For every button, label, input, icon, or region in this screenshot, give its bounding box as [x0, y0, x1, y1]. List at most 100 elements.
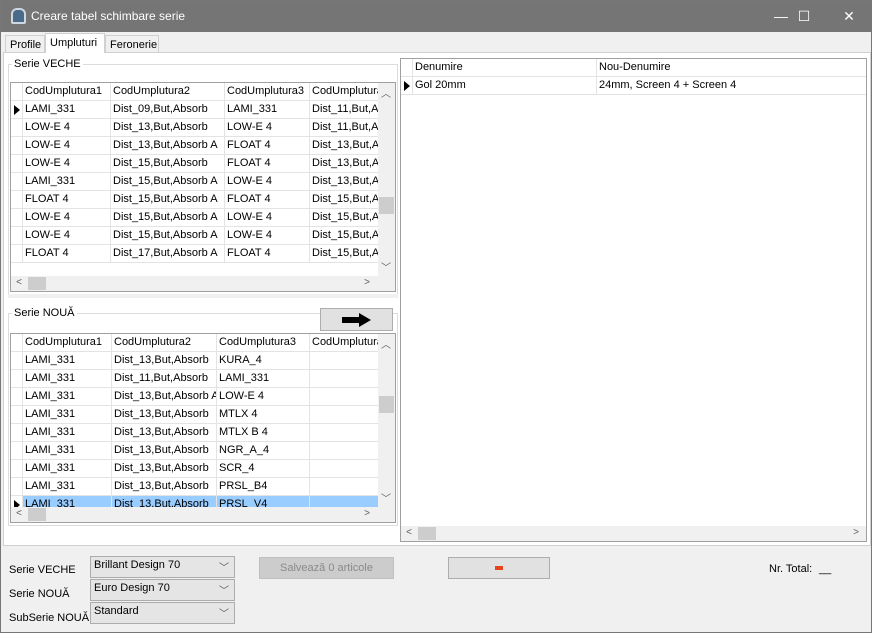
table-row[interactable]: LAMI_331 Dist_13,But,Absorb NGR_A_4: [11, 442, 395, 460]
table-cell[interactable]: LOW-E 4: [225, 173, 310, 191]
table-cell[interactable]: LAMI_331: [23, 370, 112, 388]
table-cell[interactable]: FLOAT 4: [225, 191, 310, 209]
table-cell[interactable]: Dist_13,But,Absorb A: [111, 137, 225, 155]
horizontal-scrollbar[interactable]: < >: [11, 507, 395, 522]
table-cell[interactable]: PRSL_B4: [217, 478, 310, 496]
chevron-down-icon[interactable]: ﹀: [378, 490, 394, 505]
table-cell[interactable]: LAMI_331: [23, 478, 112, 496]
table-cell[interactable]: NGR_A_4: [217, 442, 310, 460]
table-cell[interactable]: FLOAT 4: [225, 155, 310, 173]
table-cell[interactable]: LOW-E 4: [23, 119, 111, 137]
table-row[interactable]: LOW-E 4 Dist_13,But,Absorb LOW-E 4 Dist_11,…: [11, 119, 395, 137]
table-cell[interactable]: Gol 20mm: [413, 77, 597, 95]
column-header[interactable]: Nou-Denumire: [597, 59, 866, 77]
row-header[interactable]: [11, 227, 23, 245]
table-row[interactable]: LAMI_331 Dist_13,But,Absorb PRSL_B4: [11, 478, 395, 496]
chevron-right-icon[interactable]: >: [359, 508, 375, 519]
table-row[interactable]: LOW-E 4 Dist_13,But,Absorb A FLOAT 4 Dist_1…: [11, 137, 395, 155]
table-cell[interactable]: LAMI_331: [23, 406, 112, 424]
column-header[interactable]: CodUmplutura3: [225, 83, 310, 101]
table-cell[interactable]: LAMI_331: [225, 101, 310, 119]
table-row[interactable]: LAMI_331 Dist_13,But,Absorb MTLX 4: [11, 406, 395, 424]
row-header[interactable]: [11, 460, 23, 478]
vertical-scrollbar[interactable]: ︿ ﹀: [378, 83, 395, 276]
chevron-left-icon[interactable]: <: [11, 508, 27, 519]
column-header[interactable]: CodUmplutura1: [23, 83, 111, 101]
table-cell[interactable]: Dist_13,But,Absorb: [112, 424, 217, 442]
table-row[interactable]: LAMI_331 Dist_15,But,Absorb A LOW-E 4 Dist_…: [11, 173, 395, 191]
table-cell[interactable]: FLOAT 4: [225, 137, 310, 155]
table-row[interactable]: LAMI_331 Dist_11,But,Absorb LAMI_331: [11, 370, 395, 388]
table-cell[interactable]: LAMI_331: [217, 370, 310, 388]
table-cell[interactable]: Dist_15,But,Absorb: [111, 155, 225, 173]
tab-umpluturi[interactable]: Umpluturi: [45, 33, 105, 53]
table-row[interactable]: LAMI_331 Dist_09,But,Absorb LAMI_331 Dist_1…: [11, 101, 395, 119]
table-cell[interactable]: FLOAT 4: [23, 245, 111, 263]
table-cell[interactable]: Dist_13,But,Absorb: [112, 478, 217, 496]
table-cell[interactable]: Dist_13,But,Absorb: [112, 406, 217, 424]
mapping-grid[interactable]: Denumire Nou-Denumire Gol 20mm 24mm, Screen…: [400, 58, 867, 542]
row-header[interactable]: [11, 352, 23, 370]
serie-noua-select[interactable]: Euro Design 70 ﹀: [90, 579, 235, 601]
table-row[interactable]: LOW-E 4 Dist_15,But,Absorb A LOW-E 4 Dist_1…: [11, 209, 395, 227]
table-cell[interactable]: LAMI_331: [23, 442, 112, 460]
table-cell[interactable]: Dist_13,But,Absorb: [111, 119, 225, 137]
row-header[interactable]: [401, 77, 413, 95]
table-cell[interactable]: LAMI_331: [23, 424, 112, 442]
table-row[interactable]: LAMI_331 Dist_13,But,Absorb A LOW-E 4: [11, 388, 395, 406]
tab-feronerie[interactable]: Feronerie: [105, 35, 159, 53]
serie-veche-select[interactable]: Brillant Design 70 ﹀: [90, 556, 235, 578]
table-cell[interactable]: LOW-E 4: [225, 119, 310, 137]
table-cell[interactable]: KURA_4: [217, 352, 310, 370]
row-header[interactable]: [11, 370, 23, 388]
table-cell[interactable]: Dist_13,But,Absorb: [112, 442, 217, 460]
table-row[interactable]: Gol 20mm 24mm, Screen 4 + Screen 4: [401, 77, 866, 95]
row-header[interactable]: [11, 245, 23, 263]
column-header[interactable]: Denumire: [413, 59, 597, 77]
tab-profile[interactable]: Profile: [5, 35, 45, 53]
table-cell[interactable]: MTLX 4: [217, 406, 310, 424]
maximize-button[interactable]: ☐: [781, 1, 827, 32]
table-cell[interactable]: LAMI_331: [23, 173, 111, 191]
row-header[interactable]: [11, 209, 23, 227]
table-cell[interactable]: Dist_15,But,Absorb A: [111, 227, 225, 245]
chevron-down-icon[interactable]: ﹀: [378, 259, 394, 274]
table-cell[interactable]: Dist_13,But,Absorb A: [112, 388, 217, 406]
table-cell[interactable]: LOW-E 4: [23, 137, 111, 155]
transfer-arrow-button[interactable]: [320, 308, 393, 331]
table-row[interactable]: LAMI_331 Dist_13,But,Absorb KURA_4: [11, 352, 395, 370]
table-cell[interactable]: FLOAT 4: [23, 191, 111, 209]
table-cell[interactable]: Dist_17,But,Absorb A: [111, 245, 225, 263]
table-cell[interactable]: LAMI_331: [23, 460, 112, 478]
table-row[interactable]: LAMI_331 Dist_13,But,Absorb MTLX B 4: [11, 424, 395, 442]
table-cell[interactable]: Dist_13,But,Absorb: [112, 352, 217, 370]
scrollbar-thumb[interactable]: [28, 277, 46, 290]
table-cell[interactable]: Dist_15,But,Absorb A: [111, 173, 225, 191]
table-cell[interactable]: SCR_4: [217, 460, 310, 478]
row-header[interactable]: [11, 101, 23, 119]
table-cell[interactable]: LAMI_331: [23, 101, 111, 119]
row-header[interactable]: [11, 137, 23, 155]
table-cell[interactable]: FLOAT 4: [225, 245, 310, 263]
column-header[interactable]: CodUmplutura3: [217, 334, 310, 352]
table-row[interactable]: FLOAT 4 Dist_15,But,Absorb A FLOAT 4 Dist_1…: [11, 191, 395, 209]
row-header[interactable]: [11, 388, 23, 406]
row-header[interactable]: [11, 173, 23, 191]
table-cell[interactable]: LAMI_331: [23, 352, 112, 370]
table-cell[interactable]: Dist_15,But,Absorb A: [111, 209, 225, 227]
table-row[interactable]: FLOAT 4 Dist_17,But,Absorb A FLOAT 4 Dist_1…: [11, 245, 395, 263]
close-button[interactable]: ✕: [826, 1, 872, 32]
table-cell[interactable]: LOW-E 4: [217, 388, 310, 406]
chevron-left-icon[interactable]: <: [401, 527, 417, 538]
column-header[interactable]: CodUmplutura1: [23, 334, 112, 352]
column-header[interactable]: CodUmplutura2: [111, 83, 225, 101]
save-button[interactable]: Salvează 0 articole: [259, 557, 394, 579]
row-header[interactable]: [11, 442, 23, 460]
column-header[interactable]: CodUmplutura2: [112, 334, 217, 352]
row-header[interactable]: [11, 424, 23, 442]
splitter[interactable]: [8, 294, 398, 298]
table-cell[interactable]: LOW-E 4: [23, 209, 111, 227]
chevron-right-icon[interactable]: >: [848, 527, 864, 538]
serie-noua-grid[interactable]: CodUmplutura1 CodUmplutura2 CodUmplutura3 C…: [10, 333, 396, 523]
table-cell[interactable]: MTLX B 4: [217, 424, 310, 442]
